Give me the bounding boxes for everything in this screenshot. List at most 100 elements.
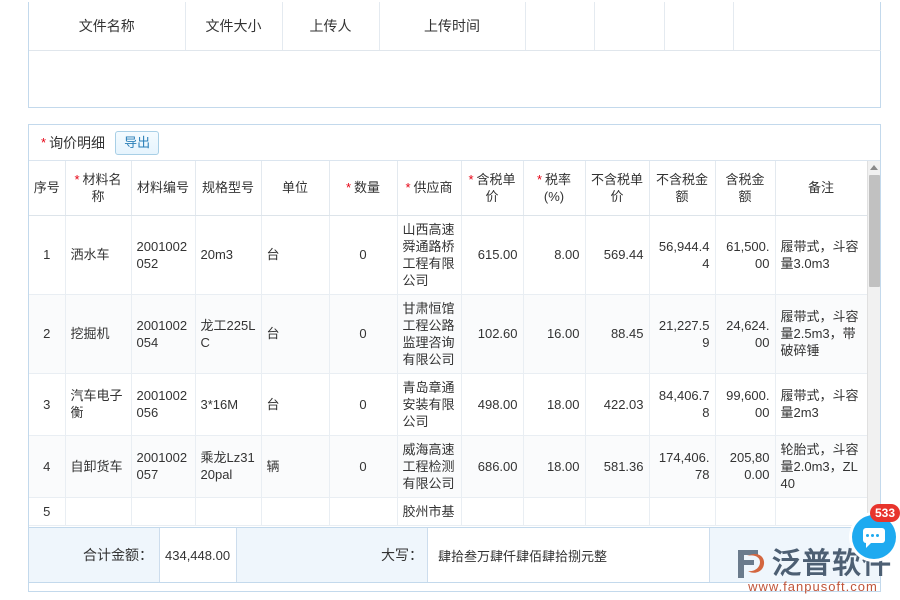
col-tax-rate-label: 税率(%)	[544, 172, 571, 204]
attachment-col-extra-3	[664, 2, 733, 50]
cell-supplier[interactable]: 甘肃恒馆工程公路监理咨询有限公司	[397, 294, 461, 373]
export-button[interactable]: 导出	[115, 131, 159, 155]
col-memo-label: 备注	[808, 180, 834, 195]
inquiry-detail-table: 序号 *材料名称 材料编号 规格型号 单位 *数量 *供应商 *含税单价 *税率…	[29, 161, 868, 526]
cell-quantity[interactable]: 0	[329, 435, 397, 497]
cell-unit: 台	[261, 294, 329, 373]
cell-spec-model: 3*16M	[195, 373, 261, 435]
cell-seq: 2	[29, 294, 65, 373]
cell-tax-rate[interactable]	[523, 497, 585, 525]
cell-tax-amount: 61,500.00	[715, 215, 775, 294]
required-star-icon: *	[405, 180, 410, 195]
cell-tax-rate[interactable]: 18.00	[523, 435, 585, 497]
cell-tax-price[interactable]: 686.00	[461, 435, 523, 497]
cell-spec-model	[195, 497, 261, 525]
cell-memo[interactable]: 履带式，斗容量3.0m3	[775, 215, 867, 294]
attachment-col-uploadtime: 上传时间	[379, 2, 525, 50]
cell-material-code	[131, 497, 195, 525]
required-star-icon: *	[537, 172, 542, 187]
cell-tax-rate[interactable]: 16.00	[523, 294, 585, 373]
chat-dots-icon	[866, 534, 879, 537]
cell-tax-price[interactable]: 498.00	[461, 373, 523, 435]
cell-supplier[interactable]: 威海高速工程检测有限公司	[397, 435, 461, 497]
col-no-tax-amount-label: 不含税金额	[656, 172, 708, 204]
col-tax-amount-label: 含税金额	[725, 172, 764, 204]
cell-spec-model: 乘龙Lz3120pal	[195, 435, 261, 497]
col-supplier-label: 供应商	[414, 180, 453, 195]
cell-quantity[interactable]: 0	[329, 215, 397, 294]
cell-memo[interactable]: 轮胎式，斗容量2.0m3，ZL40	[775, 435, 867, 497]
vertical-scrollbar[interactable]	[867, 161, 880, 549]
cell-spec-model: 龙工225LC	[195, 294, 261, 373]
attachment-col-extra-2	[594, 2, 664, 50]
cell-seq: 4	[29, 435, 65, 497]
cell-material-code: 2001002057	[131, 435, 195, 497]
col-tax-price-label: 含税单价	[477, 172, 516, 204]
page-title: 询价明细	[49, 133, 105, 153]
inquiry-detail-header: * 询价明细 导出	[29, 125, 880, 161]
scroll-up-arrow-icon[interactable]	[868, 161, 880, 174]
cell-material-name[interactable]: 自卸货车	[65, 435, 131, 497]
col-tax-amount: 含税金额	[715, 161, 775, 215]
cell-memo[interactable]	[775, 497, 867, 525]
required-star-icon: *	[74, 172, 79, 187]
cell-tax-rate[interactable]: 18.00	[523, 373, 585, 435]
cell-tax-price[interactable]: 102.60	[461, 294, 523, 373]
cell-quantity[interactable]: 0	[329, 294, 397, 373]
table-row[interactable]: 2 挖掘机 2001002054 龙工225LC 台 0 甘肃恒馆工程公路监理咨…	[29, 294, 867, 373]
total-amount-value: 434,448.00	[159, 528, 237, 582]
attachment-table: 文件名称 文件大小 上传人 上传时间	[29, 2, 881, 106]
chat-unread-badge: 533	[870, 504, 900, 522]
uppercase-amount-value: 肆拾叁万肆仟肆佰肆拾捌元整	[427, 528, 710, 582]
col-tax-price: *含税单价	[461, 161, 523, 215]
inquiry-header-row: 序号 *材料名称 材料编号 规格型号 单位 *数量 *供应商 *含税单价 *税率…	[29, 161, 867, 215]
cell-material-name[interactable]: 汽车电子衡	[65, 373, 131, 435]
cell-supplier[interactable]: 青岛章通安装有限公司	[397, 373, 461, 435]
app-root: 文件名称 文件大小 上传人 上传时间	[0, 0, 900, 600]
attachment-col-filename: 文件名称	[29, 2, 185, 50]
table-row[interactable]: 3 汽车电子衡 2001002056 3*16M 台 0 青岛章通安装有限公司 …	[29, 373, 867, 435]
cell-supplier[interactable]: 胶州市基	[397, 497, 461, 525]
cell-memo[interactable]: 履带式，斗容量2.5m3，带破碎锤	[775, 294, 867, 373]
cell-material-code: 2001002054	[131, 294, 195, 373]
cell-material-name[interactable]: 挖掘机	[65, 294, 131, 373]
col-spec-model-label: 规格型号	[202, 180, 254, 195]
cell-material-code: 2001002056	[131, 373, 195, 435]
col-unit-label: 单位	[282, 180, 308, 195]
col-material-code-label: 材料编号	[137, 180, 189, 195]
uppercase-amount-label: 大写：	[367, 528, 427, 582]
cell-unit	[261, 497, 329, 525]
cell-tax-price[interactable]: 615.00	[461, 215, 523, 294]
cell-material-name[interactable]	[65, 497, 131, 525]
cell-seq: 1	[29, 215, 65, 294]
col-supplier: * 供应商	[397, 161, 461, 215]
table-row[interactable]: 1 洒水车 2001002052 20m3 台 0 山西高速舜通路桥工程有限公司…	[29, 215, 867, 294]
cell-tax-rate[interactable]: 8.00	[523, 215, 585, 294]
cell-tax-price[interactable]	[461, 497, 523, 525]
cell-no-tax-amount: 56,944.44	[649, 215, 715, 294]
cell-quantity[interactable]: 0	[329, 373, 397, 435]
inquiry-detail-panel: * 询价明细 导出 序号 *材料名称 材料编号 规格型号 单位	[28, 124, 881, 592]
cell-memo[interactable]: 履带式，斗容量2m3	[775, 373, 867, 435]
cell-material-name[interactable]: 洒水车	[65, 215, 131, 294]
cell-supplier[interactable]: 山西高速舜通路桥工程有限公司	[397, 215, 461, 294]
attachment-empty-row	[29, 50, 880, 106]
scrollbar-thumb[interactable]	[869, 175, 880, 287]
cell-seq: 5	[29, 497, 65, 525]
cell-tax-amount	[715, 497, 775, 525]
summary-spacer	[237, 528, 367, 582]
required-star-icon: *	[346, 180, 351, 195]
col-material-name-label: 材料名称	[83, 172, 122, 204]
inquiry-table-body: 1 洒水车 2001002052 20m3 台 0 山西高速舜通路桥工程有限公司…	[29, 215, 867, 525]
col-tax-rate: *税率(%)	[523, 161, 585, 215]
table-row[interactable]: 5 胶州市基	[29, 497, 867, 525]
attachment-panel: 文件名称 文件大小 上传人 上传时间	[28, 2, 881, 108]
required-star-icon: *	[41, 136, 46, 149]
cell-no-tax-price: 581.36	[585, 435, 649, 497]
cell-no-tax-price: 422.03	[585, 373, 649, 435]
inquiry-grid-viewport: 序号 *材料名称 材料编号 规格型号 单位 *数量 *供应商 *含税单价 *税率…	[29, 161, 880, 549]
cell-quantity[interactable]	[329, 497, 397, 525]
cell-unit: 台	[261, 215, 329, 294]
cell-spec-model: 20m3	[195, 215, 261, 294]
table-row[interactable]: 4 自卸货车 2001002057 乘龙Lz3120pal 辆 0 威海高速工程…	[29, 435, 867, 497]
